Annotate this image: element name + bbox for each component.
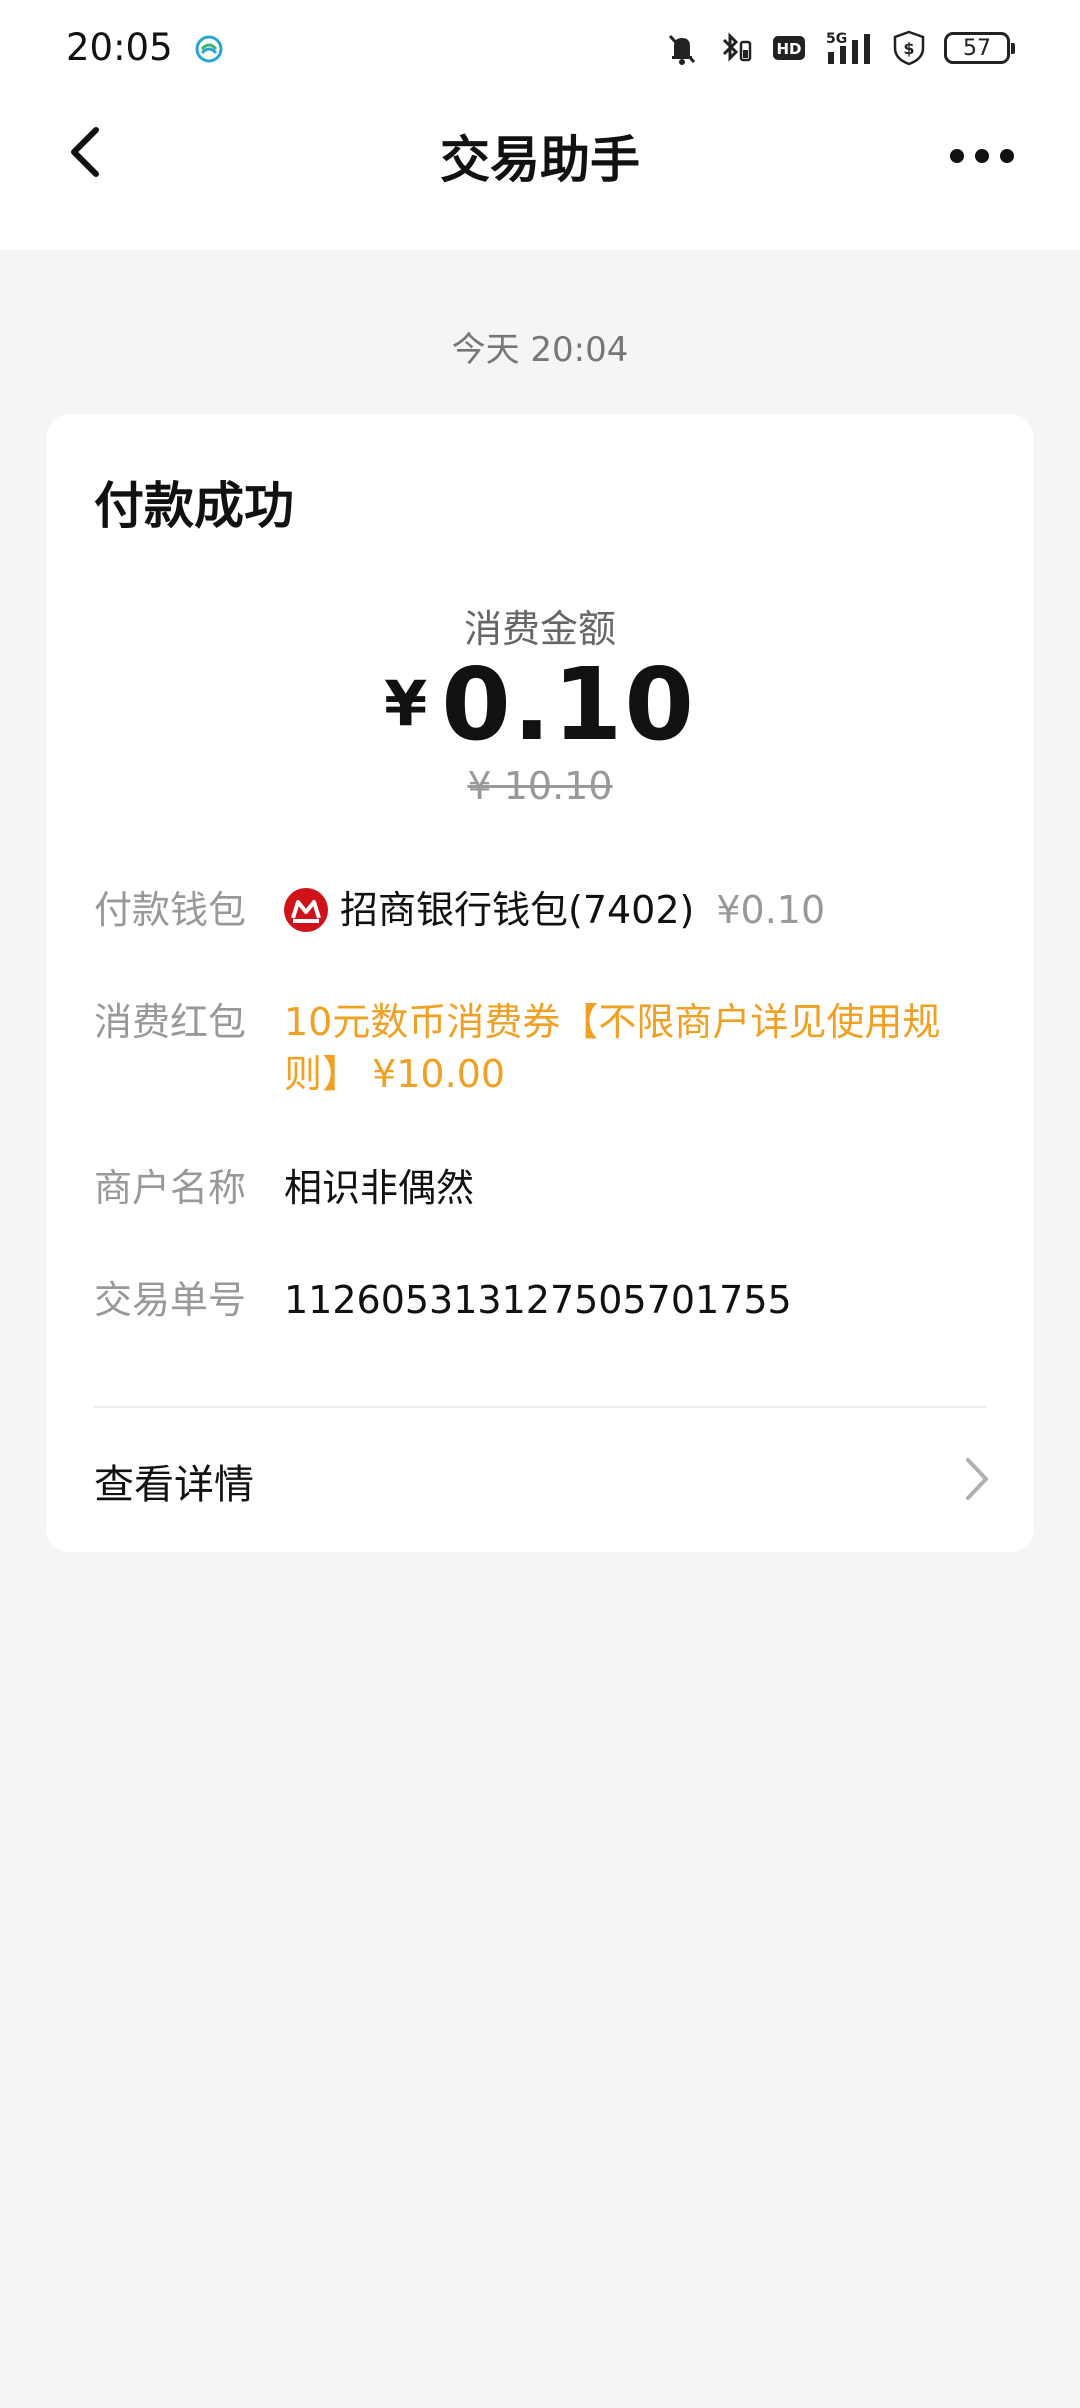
navigation-bar: 交易助手 [0, 96, 1080, 250]
row-value: 招商银行钱包(7402) ¥0.10 [284, 884, 994, 936]
status-bar: 20:05 HD 5G $ 57 [0, 0, 1080, 96]
view-details-link[interactable]: 查看详情 [46, 1408, 1034, 1552]
svg-text:HD: HD [776, 40, 801, 58]
page-title: 交易助手 [440, 131, 640, 189]
payment-card: 付款成功 消费金额 ¥0.10 ¥ 10.10 付款钱包 招商银行钱包(7402… [46, 414, 1034, 1552]
more-button[interactable] [942, 128, 1022, 188]
cmb-bank-logo [284, 888, 328, 932]
row-label: 付款钱包 [94, 888, 247, 932]
amount-label: 消费金额 [463, 607, 616, 651]
amount-value: 0.10 [441, 646, 696, 763]
wallet-amount: ¥0.10 [716, 888, 826, 932]
coupon-value: 10元数币消费券【不限商户详见使用规则】 ¥10.00 [284, 1000, 941, 1096]
message-timestamp: 今天 20:04 [451, 330, 629, 370]
mute-bell-icon [664, 30, 700, 66]
merchant-name: 相识非偶然 [284, 1166, 475, 1210]
wallet-name: 招商银行钱包(7402) [340, 888, 695, 932]
row-label: 交易单号 [94, 1278, 247, 1322]
row-coupon: 消费红包 10元数币消费券【不限商户详见使用规则】 ¥10.00 [94, 996, 994, 1100]
currency-symbol: ¥ [384, 667, 428, 740]
more-dots-icon [948, 146, 1016, 170]
row-merchant: 商户名称 相识非偶然 [94, 1162, 994, 1214]
row-label: 消费红包 [94, 1000, 247, 1044]
bluetooth-battery-icon [718, 30, 754, 66]
chevron-right-icon [962, 1456, 990, 1506]
card-title: 付款成功 [94, 477, 294, 535]
svg-text:$: $ [903, 39, 914, 58]
amount-display: ¥0.10 [46, 646, 1034, 763]
shield-dollar-icon: $ [892, 30, 926, 66]
app-notification-icon [194, 34, 224, 64]
battery-icon: 57 [944, 32, 1015, 64]
status-icons: HD 5G $ 57 [664, 26, 1015, 70]
signal-5g-icon: 5G [824, 30, 874, 66]
row-transaction-id: 交易单号 112605313127505701755 [94, 1274, 994, 1326]
original-amount: ¥ 10.10 [467, 764, 613, 808]
status-time: 20:05 [66, 26, 173, 69]
view-details-label: 查看详情 [94, 1462, 254, 1508]
row-label: 商户名称 [94, 1166, 247, 1210]
hd-icon: HD [772, 33, 806, 63]
transaction-id: 112605313127505701755 [284, 1278, 792, 1322]
svg-text:5G: 5G [826, 31, 847, 47]
row-payment-wallet: 付款钱包 招商银行钱包(7402) ¥0.10 [94, 884, 994, 936]
